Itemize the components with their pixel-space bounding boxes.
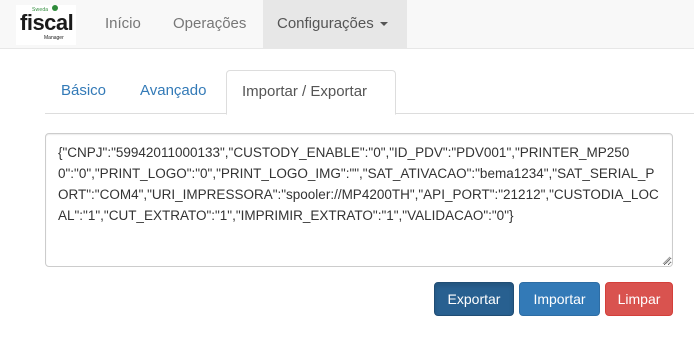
nav-item-inicio[interactable]: Início [91,0,155,48]
nav-item-operacoes[interactable]: Operações [159,0,260,48]
tab-importar-exportar[interactable]: Importar / Exportar [226,70,396,115]
logo-sub-text: Manager [44,35,64,41]
settings-tabs: Básico Avançado Importar / Exportar [45,70,694,115]
tab-avancado[interactable]: Avançado [125,70,221,114]
caret-down-icon [379,22,388,27]
tab-label: Básico [61,82,107,99]
tab-basico[interactable]: Básico [46,70,121,114]
config-json-textarea[interactable]: {"CNPJ":"59942011000133","CUSTODY_ENABLE… [45,133,673,267]
nav-item-label: Início [105,15,141,32]
navbar: Sweda fiscal Manager Início Operações Co… [0,0,694,49]
import-button[interactable]: Importar [519,282,600,316]
config-json-text: {"CNPJ":"59942011000133","CUSTODY_ENABLE… [58,145,659,223]
nav-item-label: Configurações [277,15,374,32]
fiscal-manager-logo[interactable]: Sweda fiscal Manager [16,5,76,45]
logo-main-text: fiscal [20,10,74,35]
export-button[interactable]: Exportar [434,282,514,316]
nav-item-label: Operações [173,15,247,32]
clear-button[interactable]: Limpar [605,282,673,316]
nav-item-configuracoes-dropdown[interactable]: Configurações [263,0,407,48]
tab-label: Avançado [140,82,207,99]
tab-label: Importar / Exportar [242,83,368,100]
resize-grip-icon[interactable] [662,256,670,264]
